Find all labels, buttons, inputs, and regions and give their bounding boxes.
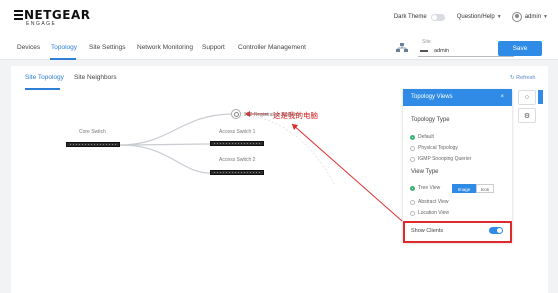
site-network-icon bbox=[396, 43, 408, 52]
avatar-icon[interactable] bbox=[511, 12, 522, 22]
site-value: admin bbox=[434, 48, 449, 54]
user-menu[interactable]: admin bbox=[525, 14, 541, 20]
option-igmp-snooping-querier[interactable]: IGMP Snooping Querier bbox=[418, 156, 471, 162]
close-icon[interactable]: × bbox=[500, 89, 504, 106]
core-switch-label: Core Switch bbox=[79, 129, 106, 135]
dark-theme-label: Dark Theme bbox=[393, 14, 427, 20]
access-switch-1-device[interactable] bbox=[210, 141, 264, 146]
chevron-down-icon: ▼ bbox=[496, 14, 502, 20]
highlight-box bbox=[403, 221, 512, 243]
client-node-icon[interactable] bbox=[231, 109, 241, 119]
core-switch-device[interactable] bbox=[66, 142, 120, 147]
topology-type-heading: Topology Type bbox=[411, 117, 450, 123]
logo-e-mark bbox=[14, 10, 23, 20]
option-location-view[interactable]: Location View bbox=[418, 210, 449, 216]
tree-mode-image[interactable]: Image bbox=[452, 184, 476, 193]
annotation-text: 这是我的电脑 bbox=[273, 111, 318, 120]
access-switch-2-device[interactable] bbox=[210, 170, 264, 175]
nav-active-indicator bbox=[50, 58, 76, 60]
option-default[interactable]: Default bbox=[418, 134, 434, 140]
logo-name: NETGEAR bbox=[24, 8, 91, 22]
nav-site-settings[interactable]: Site Settings bbox=[89, 44, 126, 51]
top-right-controls: Dark Theme Question/Help ▼ admin ▼ bbox=[394, 12, 548, 22]
search-icon: ○ bbox=[524, 94, 530, 101]
radio-tree-view[interactable] bbox=[410, 186, 415, 191]
network-icon: ⚙ bbox=[523, 113, 531, 120]
site-dash-icon bbox=[420, 50, 428, 52]
tree-mode-toggle[interactable]: Image Icon bbox=[452, 184, 494, 193]
nav-support[interactable]: Support bbox=[202, 44, 225, 51]
save-button[interactable]: Save bbox=[498, 41, 542, 56]
view-type-heading: View Type bbox=[411, 169, 439, 175]
nav-devices[interactable]: Devices bbox=[17, 44, 40, 51]
tab-site-topology[interactable]: Site Topology bbox=[25, 74, 64, 81]
option-tree-view[interactable]: Tree View bbox=[418, 185, 440, 191]
view-options-button[interactable]: ⚙ bbox=[518, 108, 536, 123]
radio-igmp-snooping-querier[interactable] bbox=[410, 157, 415, 162]
nav-controller-management[interactable]: Controller Management bbox=[238, 44, 306, 51]
topology-views-title: Topology Views bbox=[411, 94, 453, 100]
radio-physical-topology[interactable] bbox=[410, 146, 415, 151]
refresh-button[interactable]: ↻ Refresh bbox=[510, 75, 535, 81]
chevron-down-icon: ▼ bbox=[543, 14, 548, 20]
refresh-label: Refresh bbox=[516, 75, 536, 81]
top-bar: NETGEAR ENGAGE Dark Theme Question/Help … bbox=[0, 0, 558, 36]
radio-location-view[interactable] bbox=[410, 211, 415, 216]
topology-views-panel: Topology Views × Topology Type Default P… bbox=[403, 89, 512, 242]
nav-topology[interactable]: Topology bbox=[51, 44, 77, 51]
tab-site-neighbors[interactable]: Site Neighbors bbox=[74, 74, 117, 81]
tab-active-indicator bbox=[25, 88, 60, 90]
option-physical-topology[interactable]: Physical Topology bbox=[418, 145, 458, 151]
nav-network-monitoring[interactable]: Network Monitoring bbox=[137, 44, 193, 51]
netgear-logo: NETGEAR ENGAGE bbox=[14, 9, 91, 27]
logo-sub: ENGAGE bbox=[26, 21, 57, 27]
topology-views-header: Topology Views × bbox=[403, 89, 512, 106]
tree-mode-icon[interactable]: Icon bbox=[476, 184, 494, 193]
radio-abstract-view[interactable] bbox=[410, 200, 415, 205]
panel-edge-strip bbox=[538, 90, 543, 104]
search-button[interactable]: ○ bbox=[518, 90, 536, 105]
access-switch-2-label: Access Switch 2 bbox=[219, 157, 256, 163]
radio-default[interactable] bbox=[410, 135, 415, 140]
access-switch-1-label: Access Switch 1 bbox=[219, 129, 256, 135]
help-menu[interactable]: Question/Help bbox=[457, 14, 495, 20]
dark-theme-toggle[interactable] bbox=[430, 13, 445, 21]
option-abstract-view[interactable]: Abstract View bbox=[418, 199, 448, 205]
